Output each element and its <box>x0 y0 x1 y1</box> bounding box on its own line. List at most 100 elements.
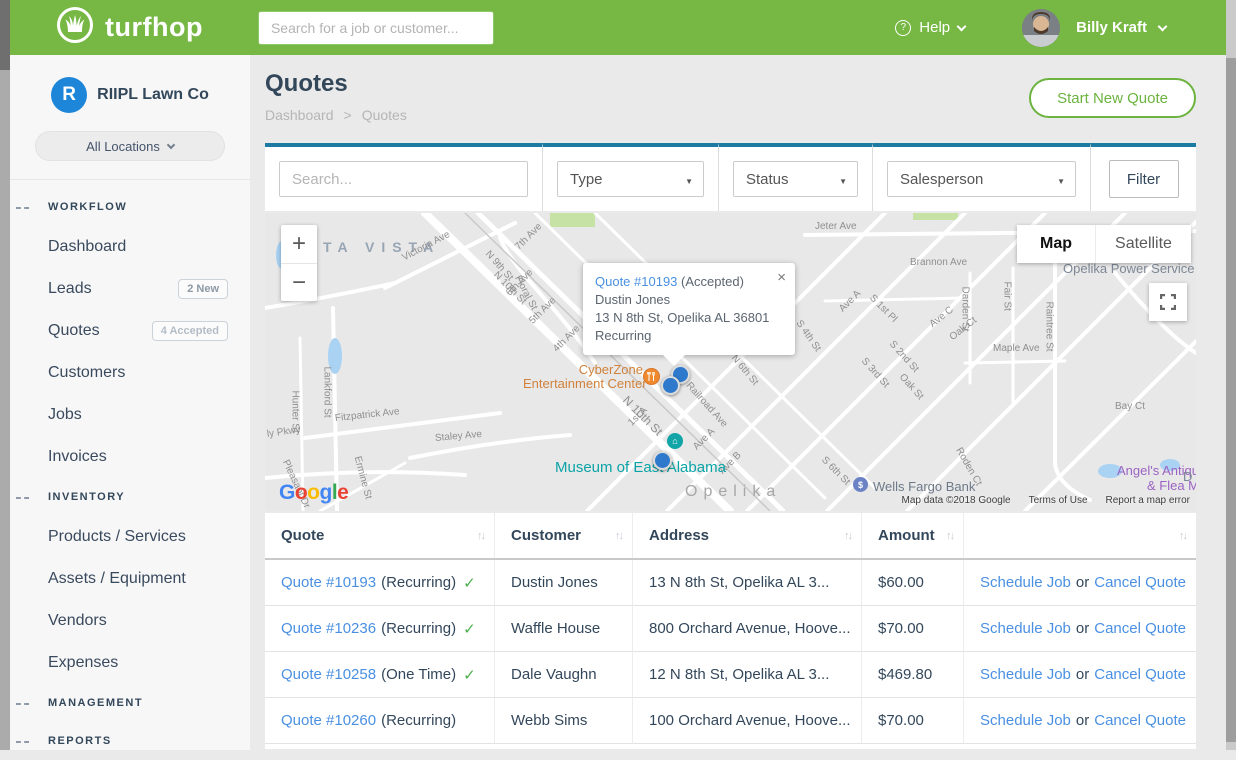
sidebar-item-expenses[interactable]: Expenses <box>10 642 250 684</box>
salesperson-select[interactable]: Salesperson <box>887 161 1076 197</box>
zoom-out-button[interactable]: − <box>281 263 317 301</box>
brand-name: turfhop <box>105 12 203 43</box>
map-canvas[interactable]: TA VISTA N 10th St N 10th St Victoria Av… <box>265 213 1196 511</box>
quote-map-marker[interactable] <box>653 451 672 470</box>
customer-cell: Dale Vaughn <box>494 652 632 698</box>
company-block: R RIIPL Lawn Co All Locations <box>10 55 250 180</box>
terms-of-use-link[interactable]: Terms of Use <box>1029 495 1088 506</box>
quote-link[interactable]: Quote #10193 <box>281 574 376 591</box>
leads-badge: 2 New <box>178 279 228 299</box>
right-scrollbar[interactable] <box>1226 0 1236 750</box>
fullscreen-icon <box>1160 294 1176 310</box>
restaurant-poi-icon[interactable] <box>643 368 660 385</box>
cancel-quote-link[interactable]: Cancel Quote <box>1094 712 1186 729</box>
quotes-search-input[interactable] <box>279 161 528 197</box>
breadcrumb-dashboard[interactable]: Dashboard <box>265 107 334 123</box>
sidebar-item-assets-equipment[interactable]: Assets / Equipment <box>10 558 250 600</box>
table-row: Quote #10260(Recurring) Webb Sims 100 Or… <box>265 698 1196 744</box>
turfhop-logo[interactable]: turfhop <box>55 5 203 50</box>
popup-customer: Dustin Jones <box>595 291 783 309</box>
status-select[interactable]: Status <box>733 161 858 197</box>
left-scrollbar-thumb[interactable] <box>0 0 10 70</box>
nav-section-workflow[interactable]: WORKFLOW <box>10 188 250 226</box>
nav-section-inventory[interactable]: INVENTORY <box>10 478 250 516</box>
accepted-check-icon: ✓ <box>463 574 476 592</box>
quote-map-marker[interactable] <box>661 376 680 395</box>
filter-button[interactable]: Filter <box>1109 160 1179 198</box>
sidebar-item-dashboard[interactable]: Dashboard <box>10 226 250 268</box>
user-avatar[interactable] <box>1022 9 1060 47</box>
global-search-input[interactable] <box>258 11 494 45</box>
sidebar-item-products-services[interactable]: Products / Services <box>10 516 250 558</box>
location-selector-label: All Locations <box>86 139 160 154</box>
column-header-amount[interactable]: Amount <box>861 513 963 558</box>
column-header-address[interactable]: Address <box>632 513 861 558</box>
poi-truncated: D <box>1183 469 1192 484</box>
map-street-label: Brannon Ave <box>910 257 967 268</box>
company-logo: R <box>51 77 87 113</box>
top-header: turfhop ? Help Billy Kraft <box>10 0 1226 55</box>
poi-wells-fargo: Wells Fargo Bank <box>873 479 975 494</box>
cancel-quote-link[interactable]: Cancel Quote <box>1094 620 1186 637</box>
poi-power-service: Opelika Power Service <box>1063 261 1195 276</box>
column-header-customer[interactable]: Customer <box>494 513 632 558</box>
right-scrollbar-thumb[interactable] <box>1226 58 1236 742</box>
schedule-job-link[interactable]: Schedule Job <box>980 666 1071 683</box>
column-header-quote[interactable]: Quote <box>265 513 494 558</box>
customer-cell: Waffle House <box>494 606 632 652</box>
popup-frequency: Recurring <box>595 327 783 345</box>
sidebar-item-jobs[interactable]: Jobs <box>10 394 250 436</box>
schedule-job-link[interactable]: Schedule Job <box>980 574 1071 591</box>
company-name: RIIPL Lawn Co <box>97 86 209 104</box>
map-street-label: Fair St <box>1002 282 1013 311</box>
table-row: Quote #10236(Recurring)✓ Waffle House 80… <box>265 606 1196 652</box>
quote-link[interactable]: Quote #10236 <box>281 620 376 637</box>
location-selector[interactable]: All Locations <box>35 131 225 161</box>
report-map-error-link[interactable]: Report a map error <box>1106 495 1190 506</box>
main-content: Quotes Dashboard > Quotes Start New Quot… <box>250 55 1226 750</box>
bank-poi-icon[interactable]: $ <box>853 477 868 492</box>
left-scrollbar[interactable] <box>0 0 10 750</box>
nav-section-reports[interactable]: REPORTS <box>10 722 250 760</box>
fullscreen-button[interactable] <box>1149 283 1187 321</box>
user-name[interactable]: Billy Kraft <box>1076 19 1147 36</box>
popup-address: 13 N 8th St, Opelika AL 36801 <box>595 309 783 327</box>
chevron-down-icon <box>1158 21 1168 31</box>
start-new-quote-button[interactable]: Start New Quote <box>1029 78 1196 118</box>
map-view-button[interactable]: Map <box>1017 225 1095 263</box>
sidebar-item-vendors[interactable]: Vendors <box>10 600 250 642</box>
grass-logo-icon <box>55 5 95 50</box>
cancel-quote-link[interactable]: Cancel Quote <box>1094 666 1186 683</box>
zoom-in-button[interactable]: + <box>281 225 317 263</box>
amount-cell: $469.80 <box>861 652 963 698</box>
museum-poi-icon[interactable]: ⌂ <box>667 433 683 449</box>
filter-bar: Type Status Salesperson Filter <box>265 143 1196 211</box>
cancel-quote-link[interactable]: Cancel Quote <box>1094 574 1186 591</box>
accepted-check-icon: ✓ <box>463 666 476 684</box>
quotes-badge: 4 Accepted <box>152 321 228 341</box>
type-select[interactable]: Type <box>557 161 704 197</box>
breadcrumb-current: Quotes <box>362 107 407 123</box>
popup-quote-status: (Accepted) <box>681 274 744 289</box>
address-cell: 800 Orchard Avenue, Hoove... <box>632 606 861 652</box>
app-window: turfhop ? Help Billy Kraft <box>10 0 1226 750</box>
sidebar-item-invoices[interactable]: Invoices <box>10 436 250 478</box>
satellite-view-button[interactable]: Satellite <box>1095 225 1191 263</box>
help-menu[interactable]: ? Help <box>895 19 965 36</box>
column-header-actions[interactable] <box>963 513 1196 558</box>
nav-section-management[interactable]: MANAGEMENT <box>10 684 250 722</box>
quote-link[interactable]: Quote #10258 <box>281 666 376 683</box>
sidebar-item-customers[interactable]: Customers <box>10 352 250 394</box>
quote-link[interactable]: Quote #10260 <box>281 712 376 729</box>
schedule-job-link[interactable]: Schedule Job <box>980 712 1071 729</box>
table-row: Quote #10258(One Time)✓ Dale Vaughn 12 N… <box>265 652 1196 698</box>
popup-close-icon[interactable]: × <box>777 269 786 287</box>
sidebar-item-quotes[interactable]: Quotes4 Accepted <box>10 310 250 352</box>
sidebar-item-leads[interactable]: Leads2 New <box>10 268 250 310</box>
popup-quote-link[interactable]: Quote #10193 <box>595 274 677 289</box>
google-logo[interactable]: Google <box>279 481 348 505</box>
schedule-job-link[interactable]: Schedule Job <box>980 620 1071 637</box>
map-street-label: Bay Ct <box>1115 401 1145 412</box>
map-street-label: Lankford St <box>322 367 333 418</box>
address-cell: 13 N 8th St, Opelika AL 3... <box>632 560 861 606</box>
